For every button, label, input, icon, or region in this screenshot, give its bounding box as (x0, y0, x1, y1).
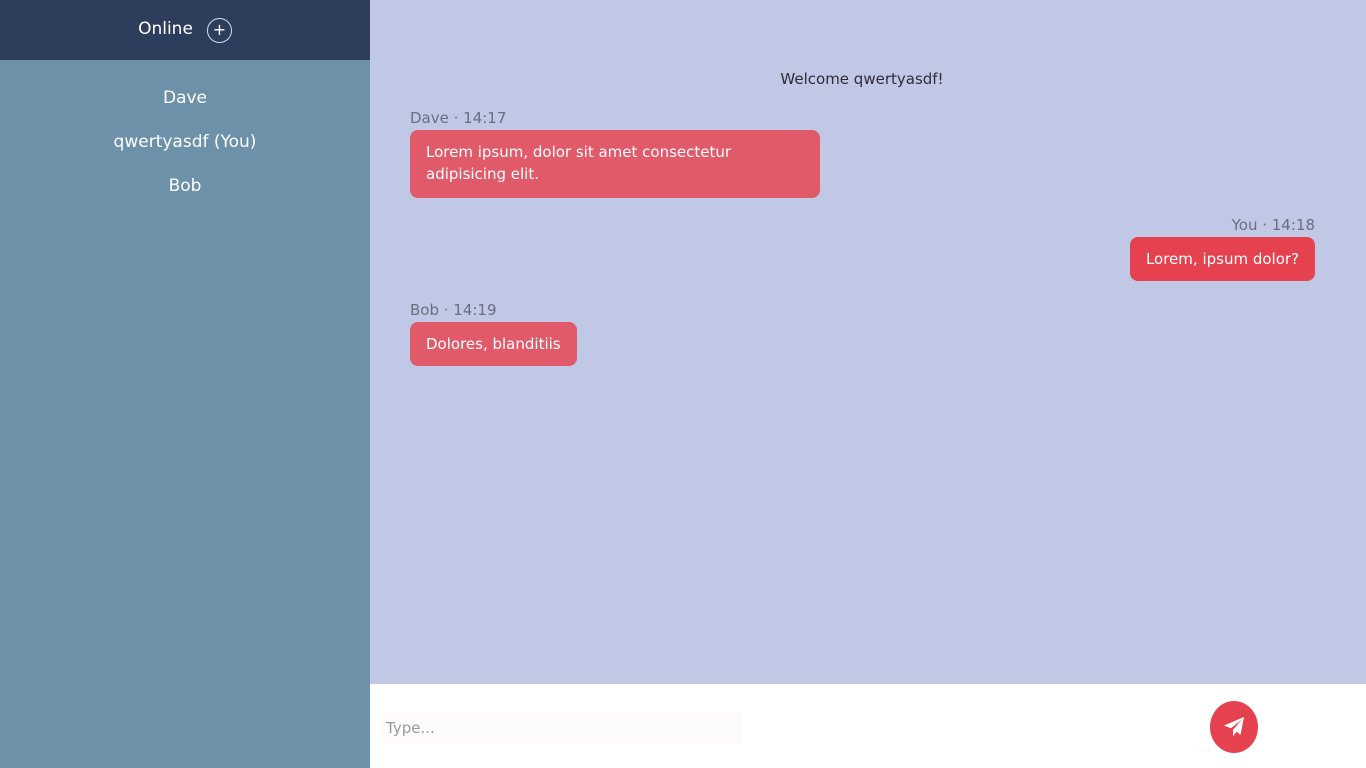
user-item-self[interactable]: qwertyasdf (You) (0, 130, 370, 174)
online-title: Online (138, 19, 193, 39)
user-item-bob[interactable]: Bob (0, 174, 370, 218)
message-meta: You · 14:18 (1231, 216, 1315, 234)
welcome-message: Welcome qwertyasdf! (780, 70, 944, 88)
add-button[interactable]: + (206, 17, 232, 43)
paper-plane-icon (1224, 717, 1244, 737)
message-bubble: Dolores, blanditiis (410, 322, 577, 366)
message-bubble: Lorem, ipsum dolor? (1129, 237, 1315, 281)
message-item: Bob · 14:19 Dolores, blanditiis (410, 301, 577, 366)
chat-main: Welcome qwertyasdf! Dave · 14:17 Lorem i… (370, 0, 1366, 768)
message-item-self: You · 14:18 Lorem, ipsum dolor? (1129, 216, 1315, 281)
online-sidebar: Online + Dave qwertyasdf (You) Bob (0, 0, 370, 768)
message-meta: Dave · 14:17 (410, 109, 507, 127)
message-composer (370, 684, 1366, 768)
message-meta: Bob · 14:19 (410, 301, 497, 319)
message-area: Welcome qwertyasdf! Dave · 14:17 Lorem i… (370, 0, 1366, 684)
send-button[interactable] (1210, 701, 1258, 753)
user-list: Dave qwertyasdf (You) Bob (0, 60, 370, 218)
message-item: Dave · 14:17 Lorem ipsum, dolor sit amet… (410, 109, 820, 198)
message-input[interactable] (380, 712, 742, 744)
sidebar-header: Online + (0, 0, 370, 60)
message-bubble: Lorem ipsum, dolor sit amet consectetur … (410, 130, 820, 198)
user-item-dave[interactable]: Dave (0, 86, 370, 130)
